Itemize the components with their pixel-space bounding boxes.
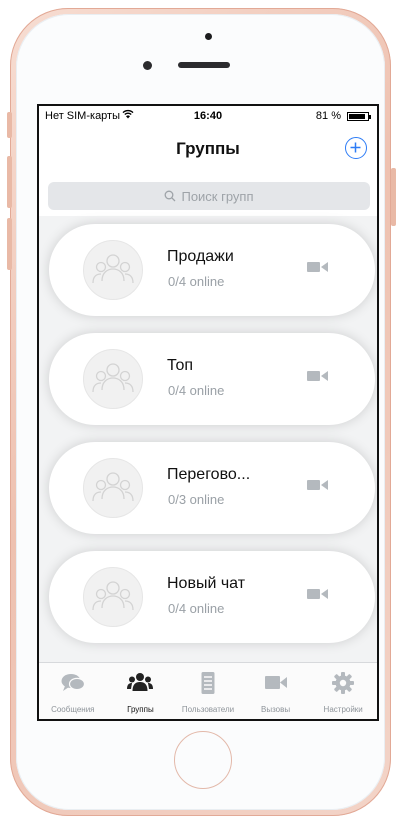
tab-settings[interactable]: Настройки xyxy=(309,663,377,719)
page-title: Группы xyxy=(176,139,240,158)
search-icon xyxy=(165,190,176,202)
group-list: Продажи 0/4 online Топ 0/4 online Перего… xyxy=(39,216,377,666)
power-button xyxy=(391,168,396,226)
group-avatar-icon xyxy=(83,240,143,300)
group-status: 0/3 online xyxy=(168,492,225,507)
status-bar: Нет SIM-карты 16:40 81 % xyxy=(39,106,377,126)
group-name: Топ xyxy=(167,357,194,374)
tab-label: Вызовы xyxy=(261,705,291,714)
group-avatar-icon xyxy=(83,349,143,409)
group-icon xyxy=(127,673,154,691)
search-area: Поиск групп xyxy=(39,170,377,216)
group-name: Перегово... xyxy=(167,466,251,483)
gear-icon xyxy=(332,672,355,694)
mute-switch xyxy=(7,112,12,138)
search-placeholder: Поиск групп xyxy=(181,188,254,204)
video-camera-icon xyxy=(307,480,328,490)
group-status: 0/4 online xyxy=(168,274,225,289)
search-input[interactable]: Поиск групп xyxy=(48,182,370,210)
group-item[interactable]: Топ 0/4 online xyxy=(49,333,375,425)
group-avatar-icon xyxy=(83,458,143,518)
group-item[interactable]: Продажи 0/4 online xyxy=(49,224,375,316)
group-item[interactable]: Новый чат 0/4 online xyxy=(49,551,375,643)
video-call-button[interactable] xyxy=(306,259,330,275)
group-status: 0/4 online xyxy=(168,601,225,616)
group-status: 0/4 online xyxy=(168,383,225,398)
group-name: Продажи xyxy=(167,248,234,265)
video-call-button[interactable] xyxy=(306,477,330,493)
video-call-button[interactable] xyxy=(306,368,330,384)
tab-label: Пользователи xyxy=(181,705,235,714)
top-sensor xyxy=(205,33,212,40)
video-camera-icon xyxy=(264,676,287,689)
video-call-button[interactable] xyxy=(306,586,330,602)
tab-bar: Сообщения Группы Пользователи Вызовы Нас… xyxy=(39,662,377,719)
tab-messages[interactable]: Сообщения xyxy=(39,663,107,719)
plus-circle-icon xyxy=(350,142,361,153)
app-screen: Нет SIM-карты 16:40 81 % Группы Поиск гр… xyxy=(37,104,379,721)
video-camera-icon xyxy=(307,262,328,272)
group-avatar-icon xyxy=(83,567,143,627)
group-name: Новый чат xyxy=(167,575,246,592)
tab-label: Настройки xyxy=(323,705,363,714)
navigation-bar: Группы xyxy=(39,126,377,170)
volume-down-button xyxy=(7,218,12,270)
video-camera-icon xyxy=(307,371,328,381)
chat-bubbles-icon xyxy=(61,674,85,691)
home-button[interactable] xyxy=(174,731,232,789)
tab-calls[interactable]: Вызовы xyxy=(242,663,310,719)
tab-label: Сообщения xyxy=(51,705,95,714)
document-list-icon xyxy=(201,672,215,694)
front-camera xyxy=(143,61,152,70)
tab-users[interactable]: Пользователи xyxy=(174,663,242,719)
tab-label: Группы xyxy=(127,705,154,714)
battery-percent: 81 % xyxy=(315,110,341,122)
earpiece-speaker xyxy=(178,62,230,68)
group-item[interactable]: Перегово... 0/3 online xyxy=(49,442,375,534)
tab-groups[interactable]: Группы xyxy=(107,663,175,719)
add-group-button[interactable] xyxy=(345,137,367,159)
volume-up-button xyxy=(7,156,12,208)
video-camera-icon xyxy=(307,589,328,599)
battery-icon xyxy=(347,112,371,121)
